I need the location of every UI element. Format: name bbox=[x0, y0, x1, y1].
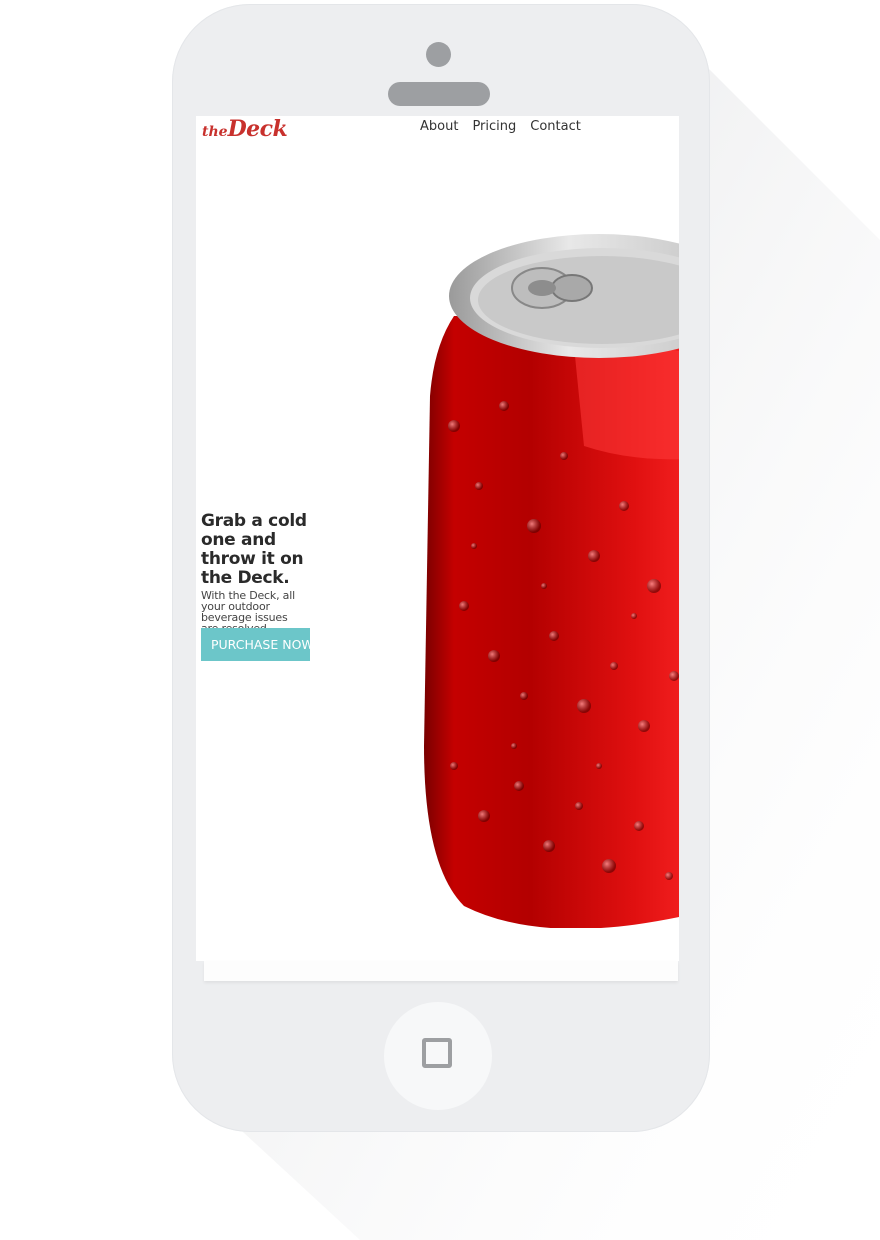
screen-bottom-edge bbox=[204, 961, 678, 981]
nav-about[interactable]: About bbox=[420, 119, 458, 134]
soda-can-image bbox=[424, 234, 679, 928]
top-nav: About Pricing Contact bbox=[420, 119, 581, 134]
speaker-slot bbox=[388, 82, 490, 106]
camera-dot bbox=[426, 42, 451, 67]
hero-headline: Grab a cold one and throw it on the Deck… bbox=[201, 511, 307, 588]
purchase-now-button[interactable]: PURCHASE NOW bbox=[201, 628, 310, 661]
logo-the: the bbox=[202, 124, 228, 140]
nav-pricing[interactable]: Pricing bbox=[472, 119, 516, 134]
hero-copy: Grab a cold one and throw it on the Deck… bbox=[201, 511, 313, 635]
nav-contact[interactable]: Contact bbox=[530, 119, 581, 134]
phone-screen: theDeck About Pricing Contact Grab a col… bbox=[196, 116, 679, 961]
brand-logo[interactable]: theDeck bbox=[202, 116, 288, 142]
logo-deck: Deck bbox=[227, 116, 288, 142]
home-square-icon bbox=[422, 1038, 452, 1068]
